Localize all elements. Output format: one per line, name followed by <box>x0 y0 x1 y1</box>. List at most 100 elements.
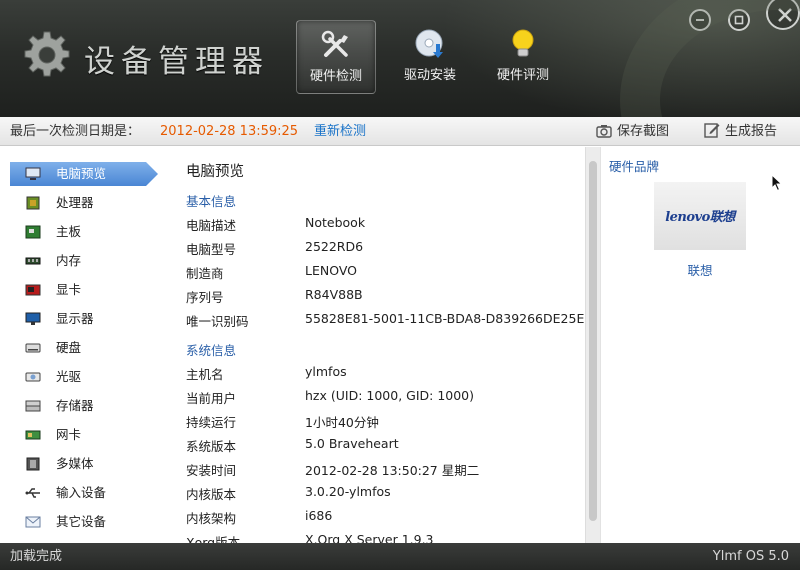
sidebar-item-processor[interactable]: 处理器 <box>10 191 160 215</box>
close-button[interactable] <box>766 0 800 30</box>
minimize-icon <box>696 19 704 21</box>
lenovo-logo: lenovo联想 <box>654 182 746 250</box>
info-label: 唯一识别码 <box>186 314 249 329</box>
nav-driver-install[interactable]: 驱动安装 <box>390 20 470 94</box>
sidebar-item-label: 存储器 <box>56 398 94 413</box>
sidebar-item-label: 内存 <box>56 253 82 268</box>
usb-icon <box>25 488 40 498</box>
section-heading-system: 系统信息 <box>186 343 237 358</box>
app-title: 设备管理器 <box>84 44 269 80</box>
info-label: 内核版本 <box>186 487 237 502</box>
nav-label: 驱动安装 <box>403 68 456 83</box>
generate-report-label: 生成报告 <box>725 124 778 139</box>
info-label: 安装时间 <box>186 463 237 478</box>
last-check-label: 最后一次检测日期是： <box>10 124 141 139</box>
brand-name: 联想 <box>687 263 713 278</box>
info-label: Xorg版本 <box>186 535 241 543</box>
sidebar-item-storage[interactable]: 存储器 <box>10 394 160 418</box>
info-value: LENOVO <box>305 263 358 278</box>
scrollbar-thumb[interactable] <box>589 161 597 521</box>
computer-icon <box>25 167 41 180</box>
last-check-date: 2012-02-28 13:59:25 <box>160 124 299 139</box>
sidebar-item-label: 光驱 <box>56 369 82 384</box>
info-label: 当前用户 <box>186 391 237 406</box>
motherboard-icon <box>25 225 41 239</box>
save-screenshot-button[interactable]: 保存截图 <box>596 117 669 146</box>
info-label: 电脑型号 <box>186 242 237 257</box>
sidebar-item-label: 多媒体 <box>56 456 94 471</box>
sidebar-item-input-device[interactable]: 输入设备 <box>10 481 160 505</box>
info-value: R84V88B <box>305 287 363 302</box>
restore-button[interactable] <box>728 9 750 31</box>
redetect-link[interactable]: 重新检测 <box>314 117 366 146</box>
nav-hardware-benchmark[interactable]: 硬件评测 <box>483 20 563 94</box>
sidebar: 电脑预览 处理器 主板 内存 显卡 显示器 硬盘 光驱 存储器 网卡 多媒体 输… <box>0 147 170 543</box>
sidebar-item-optical-drive[interactable]: 光驱 <box>10 365 160 389</box>
page-title: 电脑预览 <box>186 164 244 180</box>
memory-icon <box>25 257 41 265</box>
info-label: 主机名 <box>186 367 224 382</box>
info-value: hzx (UID: 1000, GID: 1000) <box>305 388 475 403</box>
close-icon <box>778 8 792 22</box>
monitor-icon <box>25 312 41 325</box>
info-label: 系统版本 <box>186 439 237 454</box>
info-value: 2012-02-28 13:50:27 星期二 <box>305 463 480 478</box>
network-card-icon <box>25 430 41 440</box>
status-text: 加载完成 <box>10 549 63 564</box>
sidebar-item-label: 硬盘 <box>56 340 82 355</box>
info-value: X.Org X Server 1.9.3 <box>305 532 434 543</box>
info-bar: 最后一次检测日期是： 2012-02-28 13:59:25 重新检测 保存截图… <box>0 117 800 146</box>
info-label: 制造商 <box>186 266 224 281</box>
brand-panel: 硬件品牌 lenovo联想 联想 <box>600 147 800 543</box>
lightbulb-icon <box>512 29 534 57</box>
nav-label: 硬件检测 <box>309 69 362 84</box>
sidebar-item-monitor[interactable]: 显示器 <box>10 307 160 331</box>
gear-icon <box>24 31 70 77</box>
disc-install-icon <box>415 29 443 58</box>
sidebar-item-computer-overview[interactable]: 电脑预览 <box>10 162 160 186</box>
sidebar-item-hard-disk[interactable]: 硬盘 <box>10 336 160 360</box>
graphics-card-icon <box>25 284 41 296</box>
brand-panel-title: 硬件品牌 <box>609 159 660 174</box>
optical-drive-icon <box>25 372 41 382</box>
os-version-text: Ylmf OS 5.0 <box>712 549 789 564</box>
cpu-icon <box>26 196 40 210</box>
section-heading-basic: 基本信息 <box>186 194 237 209</box>
multimedia-icon <box>26 457 40 471</box>
sidebar-item-motherboard[interactable]: 主板 <box>10 220 160 244</box>
mouse-cursor-icon <box>771 174 783 192</box>
info-value: Notebook <box>305 215 366 230</box>
generate-report-button[interactable]: 生成报告 <box>704 117 777 146</box>
sidebar-item-memory[interactable]: 内存 <box>10 249 160 273</box>
storage-icon <box>25 400 41 412</box>
info-label: 内核架构 <box>186 511 237 526</box>
sidebar-item-other-device[interactable]: 其它设备 <box>10 510 160 534</box>
vertical-scrollbar[interactable] <box>585 147 600 543</box>
sidebar-item-network-card[interactable]: 网卡 <box>10 423 160 447</box>
restore-icon <box>734 15 744 25</box>
info-value: 5.0 Braveheart <box>305 436 399 451</box>
info-value: 55828E81-5001-11CB-BDA8-D839266DE25E <box>305 311 585 326</box>
info-value: 2522RD6 <box>305 239 364 254</box>
sidebar-item-label: 显示器 <box>56 311 94 326</box>
lenovo-logo-text: lenovo联想 <box>665 210 735 225</box>
status-bar: 加载完成 Ylmf OS 5.0 <box>0 543 800 570</box>
sidebar-item-multimedia[interactable]: 多媒体 <box>10 452 160 476</box>
sidebar-item-label: 其它设备 <box>56 514 107 529</box>
minimize-button[interactable] <box>689 9 711 31</box>
nav-hardware-detect[interactable]: 硬件检测 <box>296 20 376 94</box>
header-bar: 设备管理器 硬件检测 驱动安装 硬件评测 <box>0 0 800 117</box>
details-panel: 电脑预览 基本信息 电脑描述 Notebook 电脑型号 2522RD6 制造商… <box>170 147 585 543</box>
info-value: ylmfos <box>305 364 347 379</box>
edit-report-icon <box>704 123 720 138</box>
sidebar-item-label: 网卡 <box>56 427 82 442</box>
other-device-icon <box>25 516 41 528</box>
info-label: 电脑描述 <box>186 218 237 233</box>
sidebar-item-graphics-card[interactable]: 显卡 <box>10 278 160 302</box>
tools-icon <box>321 30 348 57</box>
info-value: i686 <box>305 508 333 523</box>
info-value: 1小时40分钟 <box>305 415 379 430</box>
sidebar-item-label: 处理器 <box>56 195 94 210</box>
sidebar-item-label: 主板 <box>56 224 82 239</box>
info-label: 持续运行 <box>186 415 237 430</box>
